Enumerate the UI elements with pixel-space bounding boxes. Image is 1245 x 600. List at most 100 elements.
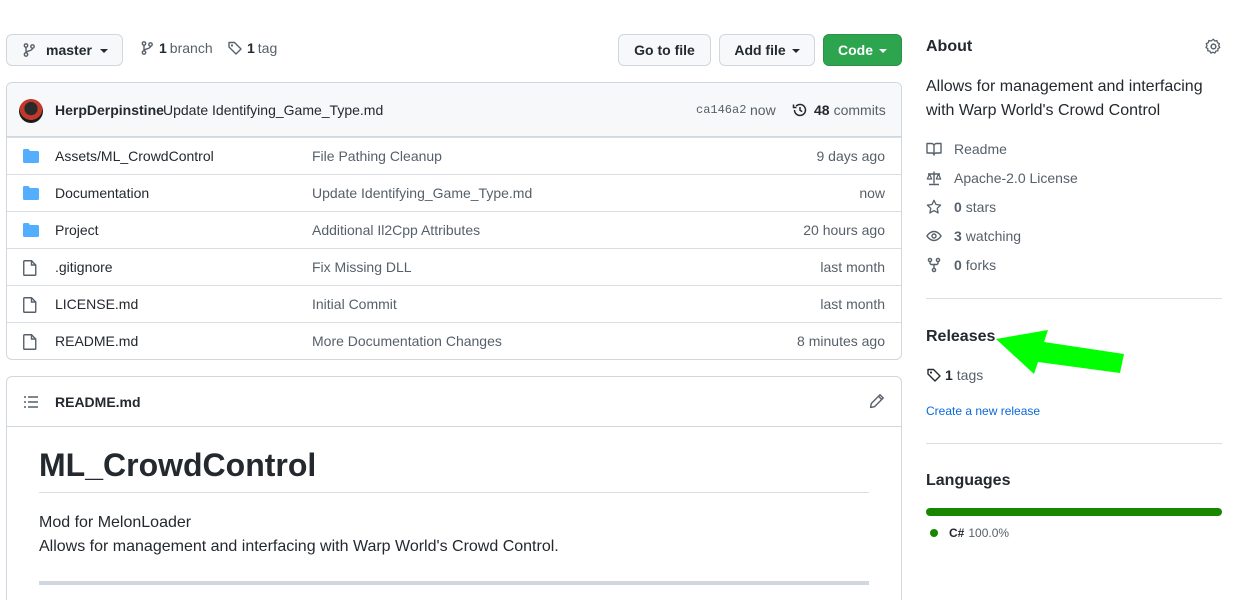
watching-count: 3 xyxy=(954,228,962,244)
file-age: last month xyxy=(820,259,885,275)
branches-count: 1 xyxy=(159,40,167,56)
readme-header: README.md xyxy=(7,377,901,427)
code-button[interactable]: Code xyxy=(823,34,902,66)
commit-author[interactable]: HerpDerpinstine xyxy=(55,102,164,118)
file-icon xyxy=(23,297,37,313)
star-icon xyxy=(926,199,942,215)
law-icon xyxy=(926,170,942,186)
go-to-file-button[interactable]: Go to file xyxy=(618,34,711,66)
readme-link[interactable]: Readme xyxy=(926,141,1007,157)
watchers-link[interactable]: 3 watching xyxy=(926,228,1021,244)
readme-text-line: Allows for management and interfacing wi… xyxy=(39,538,559,555)
commits-label: commits xyxy=(833,102,886,118)
readme-separator xyxy=(39,581,869,585)
chevron-down-icon xyxy=(99,49,108,53)
file-name[interactable]: Assets/ML_CrowdControl xyxy=(55,148,214,164)
tags-label: tag xyxy=(257,40,278,56)
file-commit-message[interactable]: More Documentation Changes xyxy=(312,333,502,349)
watching-label: watching xyxy=(965,228,1022,244)
book-icon xyxy=(926,141,942,157)
file-name[interactable]: .gitignore xyxy=(55,259,113,275)
stars-label: stars xyxy=(965,199,997,215)
stars-link[interactable]: 0 stars xyxy=(926,199,996,215)
branches-link[interactable]: 1 branch xyxy=(139,40,213,56)
divider xyxy=(926,443,1222,444)
chevron-down-icon xyxy=(879,49,887,53)
file-row: Project Additional Il2Cpp Attributes 20 … xyxy=(7,211,901,248)
file-name[interactable]: Documentation xyxy=(55,185,149,201)
commit-sha[interactable]: ca146a2 xyxy=(696,103,746,117)
go-to-file-label: Go to file xyxy=(634,42,695,58)
forks-count: 0 xyxy=(954,257,962,273)
history-icon xyxy=(792,102,808,118)
language-item[interactable]: C# 100.0% xyxy=(930,526,1009,540)
chevron-down-icon xyxy=(791,49,800,53)
folder-icon xyxy=(23,186,39,200)
commit-time: now xyxy=(750,102,776,118)
file-commit-message[interactable]: Fix Missing DLL xyxy=(312,259,412,275)
file-commit-message[interactable]: Additional Il2Cpp Attributes xyxy=(312,222,480,238)
file-age: 20 hours ago xyxy=(803,222,885,238)
folder-icon xyxy=(23,223,39,237)
language-color-dot xyxy=(930,529,938,537)
gear-icon[interactable] xyxy=(1205,38,1222,55)
language-name: C# xyxy=(949,526,965,540)
readme-text-line: Mod for MelonLoader xyxy=(39,514,192,531)
file-commit-message[interactable]: Update Identifying_Game_Type.md xyxy=(312,185,532,201)
create-release-link[interactable]: Create a new release xyxy=(926,404,1040,418)
file-row: README.md More Documentation Changes 8 m… xyxy=(7,322,901,359)
releases-tags-link[interactable]: 1 tags xyxy=(926,367,983,383)
branch-name: master xyxy=(46,42,92,58)
file-commit-message[interactable]: File Pathing Cleanup xyxy=(312,148,442,164)
language-percent: 100.0% xyxy=(968,526,1010,540)
commit-message[interactable]: Update Identifying_Game_Type.md xyxy=(163,102,383,118)
repo-forked-icon xyxy=(926,257,942,273)
license-label: Apache-2.0 License xyxy=(954,170,1078,186)
file-browser: HerpDerpinstine Update Identifying_Game_… xyxy=(6,82,902,360)
about-title: About xyxy=(926,38,973,55)
list-unordered-icon[interactable] xyxy=(23,394,39,410)
divider xyxy=(39,492,869,493)
divider xyxy=(926,298,1222,299)
file-name[interactable]: Project xyxy=(55,222,99,238)
file-name[interactable]: LICENSE.md xyxy=(55,296,138,312)
add-file-button[interactable]: Add file xyxy=(719,34,815,66)
tags-link[interactable]: 1 tag xyxy=(227,40,277,56)
latest-commit-bar: HerpDerpinstine Update Identifying_Game_… xyxy=(7,83,901,137)
git-branch-icon xyxy=(21,42,37,58)
file-age: 9 days ago xyxy=(816,148,886,164)
pencil-icon[interactable] xyxy=(869,393,885,409)
file-commit-message[interactable]: Initial Commit xyxy=(312,296,397,312)
file-age: 8 minutes ago xyxy=(797,333,885,349)
branches-label: branch xyxy=(169,40,213,56)
stars-count: 0 xyxy=(954,199,962,215)
tag-icon xyxy=(926,367,942,383)
forks-label: forks xyxy=(965,257,997,273)
language-bar[interactable] xyxy=(926,508,1222,516)
file-icon xyxy=(23,260,37,276)
file-icon xyxy=(23,334,37,350)
add-file-label: Add file xyxy=(734,42,786,58)
tag-icon xyxy=(227,40,243,56)
languages-title: Languages xyxy=(926,472,1011,489)
releases-tags-count: 1 xyxy=(945,367,953,383)
git-branch-icon xyxy=(139,40,155,56)
readme-filename[interactable]: README.md xyxy=(55,394,141,410)
readme-link-label: Readme xyxy=(954,141,1007,157)
readme-heading: ML_CrowdControl xyxy=(39,447,317,483)
forks-link[interactable]: 0 forks xyxy=(926,257,996,273)
about-description: Allows for management and interfacing wi… xyxy=(926,78,1203,119)
commits-count: 48 xyxy=(814,102,830,118)
branch-select-button[interactable]: master xyxy=(6,34,123,66)
file-name[interactable]: README.md xyxy=(55,333,138,349)
releases-title[interactable]: Releases xyxy=(926,328,995,346)
avatar[interactable] xyxy=(19,99,43,123)
commits-link[interactable]: 48 commits xyxy=(792,102,886,118)
readme-panel: README.md ML_CrowdControl Mod for MelonL… xyxy=(6,376,902,600)
tags-count: 1 xyxy=(247,40,255,56)
file-row: .gitignore Fix Missing DLL last month xyxy=(7,248,901,285)
license-link[interactable]: Apache-2.0 License xyxy=(926,170,1078,186)
eye-icon xyxy=(926,228,942,244)
file-age: last month xyxy=(820,296,885,312)
releases-tags-label: tags xyxy=(956,367,984,383)
